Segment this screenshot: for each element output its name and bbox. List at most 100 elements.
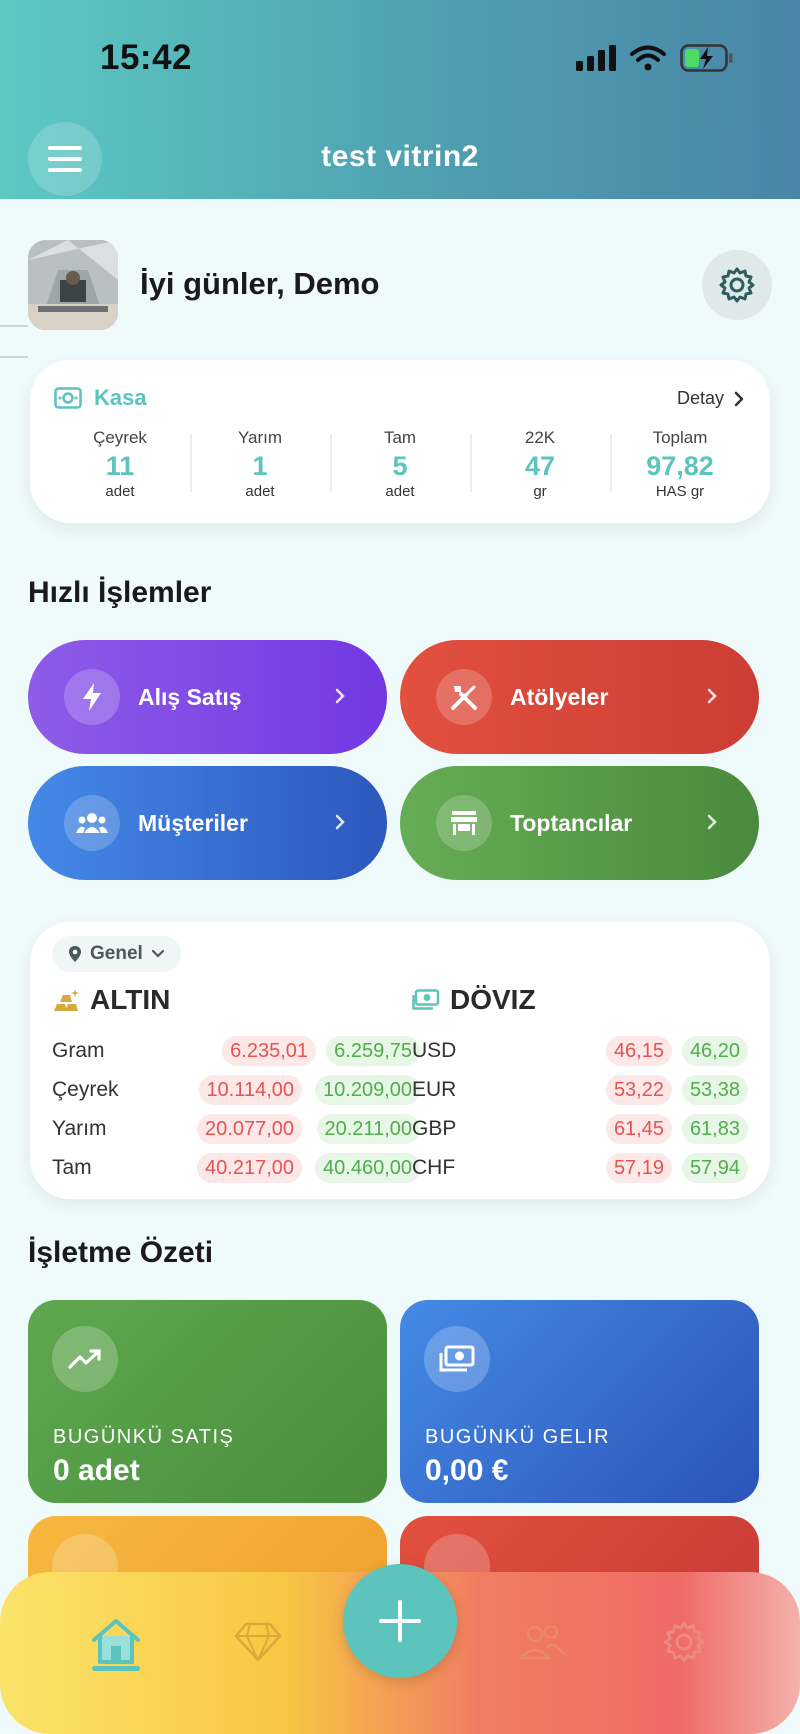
trending-up-icon (52, 1326, 118, 1392)
plus-icon (379, 1600, 421, 1642)
summary-card-income[interactable]: BUGÜNKÜ GELIR 0,00 € (400, 1300, 759, 1503)
buy-price: 61,45 (605, 1114, 672, 1144)
kasa-stat: Çeyrek 11 adet (50, 426, 190, 506)
sell-price: 57,94 (681, 1153, 748, 1183)
stat-unit: adet (385, 483, 415, 500)
kasa-stat: Toplam 97,82 HAS gr (610, 426, 750, 506)
quick-action-label: Müşteriler (138, 809, 248, 836)
stat-value: 5 (392, 451, 408, 481)
buy-price: 57,19 (605, 1153, 672, 1183)
kasa-stat: 22K 47 gr (470, 426, 610, 506)
gold-row-name: Çeyrek (52, 1078, 119, 1101)
stat-label: Tam (383, 428, 417, 447)
quick-actions-title: Hızlı İşlemler (28, 576, 212, 609)
currency-row-name: USD (412, 1039, 457, 1062)
sell-price: 46,20 (681, 1036, 748, 1066)
battery-icon (680, 44, 733, 72)
quick-action-atolyeler[interactable]: Atölyeler (400, 640, 759, 754)
currency-row-name: EUR (412, 1078, 457, 1101)
stat-unit: gr (533, 483, 547, 500)
kasa-detail-link[interactable]: Detay (677, 388, 744, 409)
stat-value: 47 (524, 451, 556, 481)
region-label: Genel (90, 943, 143, 964)
divider (0, 356, 28, 358)
quick-action-toptancilar[interactable]: Toptancılar (400, 766, 759, 880)
stat-value: 97,82 (646, 451, 714, 481)
gold-row-name: Tam (52, 1156, 92, 1179)
summary-label: BUGÜNKÜ SATIŞ (53, 1426, 235, 1448)
gold-row: Gram 6.235,01 6.259,75 (52, 1036, 420, 1066)
summary-title: İşletme Özeti (28, 1236, 214, 1269)
signal-icon (576, 45, 616, 71)
greeting-row: İyi günler, Demo (28, 238, 772, 330)
buy-price: 20.077,00 (197, 1114, 302, 1144)
stat-label: Çeyrek (93, 428, 147, 447)
sell-price: 40.460,00 (315, 1153, 420, 1183)
bolt-icon (64, 669, 120, 725)
kasa-title-label: Kasa (94, 385, 147, 410)
tools-icon (436, 669, 492, 725)
summary-card-sales[interactable]: BUGÜNKÜ SATIŞ 0 adet (28, 1300, 387, 1503)
nav-home[interactable] (86, 1612, 146, 1672)
chevron-right-icon (734, 391, 744, 406)
avatar[interactable] (28, 240, 118, 330)
currency-row: USD 46,15 46,20 (412, 1036, 748, 1066)
stat-unit: adet (105, 483, 135, 500)
currency-title: DÖVIZ (450, 984, 536, 1015)
gold-row-name: Gram (52, 1039, 105, 1062)
settings-button[interactable] (702, 250, 772, 320)
sell-price: 53,38 (681, 1075, 748, 1105)
stat-value: 1 (252, 451, 268, 481)
gold-row: Çeyrek 10.114,00 10.209,00 (52, 1075, 420, 1105)
buy-price: 46,15 (605, 1036, 672, 1066)
users-icon (64, 795, 120, 851)
chevron-down-icon (151, 949, 164, 958)
kasa-card[interactable]: Kasa Detay Çeyrek 11 adet Yarım 1 adet T… (30, 360, 770, 523)
status-icons (576, 44, 734, 72)
kasa-stats: Çeyrek 11 adet Yarım 1 adet Tam 5 adet 2… (50, 426, 750, 506)
money-icon (412, 989, 440, 1010)
buy-price: 40.217,00 (197, 1153, 302, 1183)
home-icon (92, 1619, 140, 1664)
store-icon (436, 795, 492, 851)
quick-action-alis-satis[interactable]: Alış Satış (28, 640, 387, 754)
users-icon (518, 1624, 565, 1660)
gold-row: Tam 40.217,00 40.460,00 (52, 1153, 420, 1183)
quick-action-label: Alış Satış (138, 683, 242, 710)
add-button[interactable] (343, 1564, 457, 1678)
buy-price: 10.114,00 (198, 1075, 302, 1105)
buy-price: 53,22 (605, 1075, 672, 1105)
summary-value: 0,00 € (425, 1454, 509, 1487)
nav-customers[interactable] (512, 1612, 572, 1672)
quick-action-musteriler[interactable]: Müşteriler (28, 766, 387, 880)
cash-register-icon (54, 387, 82, 409)
divider (0, 325, 28, 327)
sell-price: 61,83 (681, 1114, 748, 1144)
buy-price: 6.235,01 (222, 1036, 316, 1066)
market-rates-card: Genel ALTIN DÖVIZ Gram 6.235,01 6.259,75… (30, 922, 770, 1199)
avatar-photo (28, 240, 118, 330)
currency-row-name: CHF (412, 1156, 456, 1179)
page-title: test vitrin2 (321, 140, 479, 173)
nav-products[interactable] (228, 1612, 288, 1672)
status-time: 15:42 (100, 38, 193, 77)
summary-value: 0 adet (53, 1454, 140, 1487)
currency-row: CHF 57,19 57,94 (412, 1153, 748, 1183)
quick-action-label: Toptancılar (510, 809, 633, 836)
region-selector[interactable]: Genel (52, 936, 181, 972)
stat-label: Toplam (652, 428, 708, 447)
chevron-right-icon (335, 810, 345, 836)
sell-price: 10.209,00 (315, 1075, 420, 1105)
diamond-icon (234, 1622, 282, 1663)
sell-price: 20.211,00 (316, 1114, 420, 1144)
gold-row-name: Yarım (52, 1117, 107, 1140)
chevron-right-icon (707, 810, 717, 836)
money-icon (424, 1326, 490, 1392)
currency-row: GBP 61,45 61,83 (412, 1114, 748, 1144)
currency-heading: DÖVIZ (412, 984, 536, 1016)
currency-row-name: GBP (412, 1117, 457, 1140)
nav-settings[interactable] (654, 1612, 714, 1672)
currency-row: EUR 53,22 53,38 (412, 1075, 748, 1105)
stat-unit: adet (245, 483, 275, 500)
chevron-right-icon (335, 684, 345, 710)
